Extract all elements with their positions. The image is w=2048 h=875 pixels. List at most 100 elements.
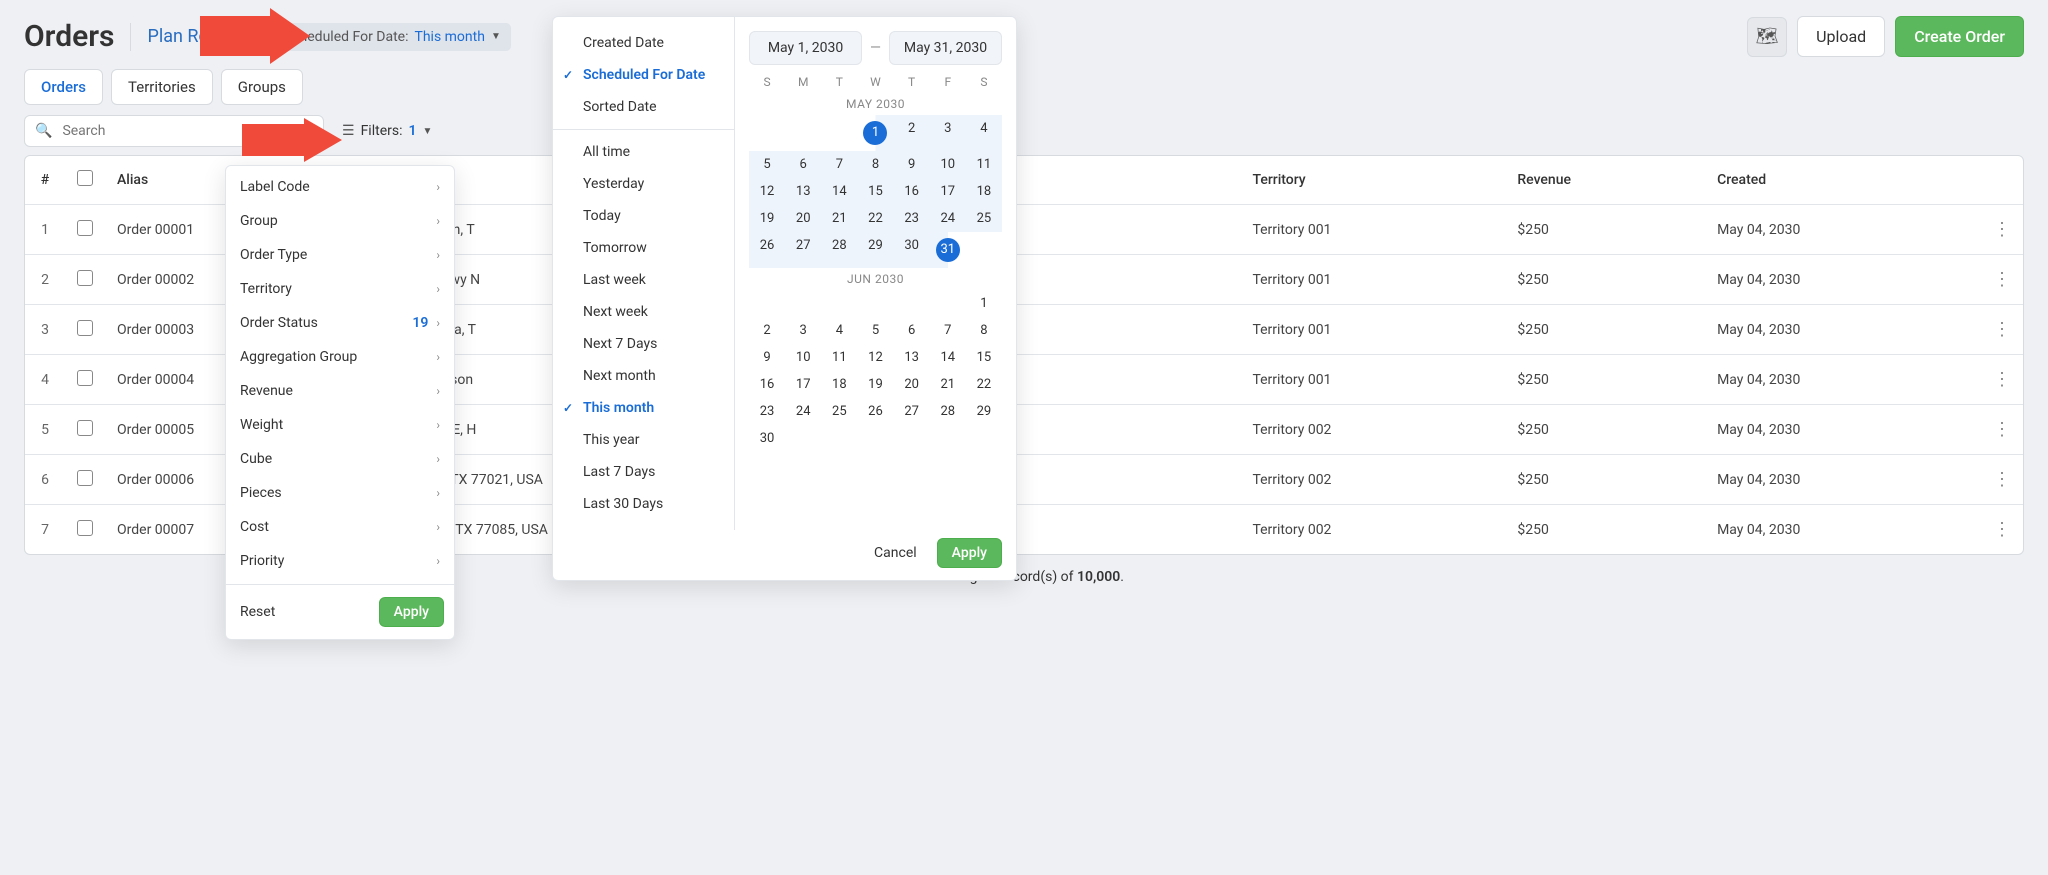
cal-day[interactable]: 26	[749, 232, 785, 268]
row-more-icon[interactable]: ⋮	[1981, 255, 2023, 305]
cal-day[interactable]: 18	[821, 371, 857, 398]
filter-item[interactable]: Group›	[226, 204, 454, 238]
datetype-sorted[interactable]: Sorted Date	[553, 91, 734, 123]
cal-day[interactable]: 1	[966, 290, 1002, 317]
filters-reset[interactable]: Reset	[240, 604, 275, 620]
cal-day[interactable]: 20	[894, 371, 930, 398]
cal-day[interactable]: 8	[966, 317, 1002, 344]
cal-day[interactable]: 15	[857, 178, 893, 205]
cal-day[interactable]: 6	[785, 151, 821, 178]
tab-orders[interactable]: Orders	[24, 69, 103, 105]
cal-day[interactable]: 20	[785, 205, 821, 232]
cal-day[interactable]: 13	[894, 344, 930, 371]
filter-item[interactable]: Cost›	[226, 510, 454, 544]
filter-item[interactable]: Territory›	[226, 272, 454, 306]
cal-day[interactable]: 29	[857, 232, 893, 268]
cal-day[interactable]: 21	[821, 205, 857, 232]
cal-day[interactable]: 14	[930, 344, 966, 371]
date-apply[interactable]: Apply	[937, 538, 1002, 568]
date-end-input[interactable]: May 31, 2030	[889, 31, 1002, 65]
cal-day[interactable]: 18	[966, 178, 1002, 205]
col-territory[interactable]: Territory	[1240, 156, 1505, 205]
cal-day[interactable]: 7	[821, 151, 857, 178]
cal-day[interactable]: 11	[821, 344, 857, 371]
filter-item[interactable]: Aggregation Group›	[226, 340, 454, 374]
row-checkbox[interactable]	[77, 520, 93, 536]
cal-day[interactable]: 23	[894, 205, 930, 232]
cal-day[interactable]: 14	[821, 178, 857, 205]
cal-day[interactable]: 3	[930, 115, 966, 151]
row-more-icon[interactable]: ⋮	[1981, 305, 2023, 355]
preset-next-7-days[interactable]: Next 7 Days	[553, 328, 734, 360]
preset-next-week[interactable]: Next week	[553, 296, 734, 328]
preset-today[interactable]: Today	[553, 200, 734, 232]
cal-day[interactable]: 4	[821, 317, 857, 344]
filter-item[interactable]: Pieces›	[226, 476, 454, 510]
row-checkbox[interactable]	[77, 220, 93, 236]
cal-day[interactable]: 13	[785, 178, 821, 205]
tab-territories[interactable]: Territories	[111, 69, 213, 105]
filter-item[interactable]: Weight›	[226, 408, 454, 442]
cal-day[interactable]: 24	[930, 205, 966, 232]
datetype-created[interactable]: Created Date	[553, 27, 734, 59]
preset-next-month[interactable]: Next month	[553, 360, 734, 392]
date-cancel[interactable]: Cancel	[866, 539, 925, 567]
cal-day[interactable]: 12	[857, 344, 893, 371]
tab-groups[interactable]: Groups	[221, 69, 303, 105]
row-more-icon[interactable]: ⋮	[1981, 505, 2023, 555]
cal-day[interactable]: 9	[894, 151, 930, 178]
cal-day[interactable]: 5	[857, 317, 893, 344]
select-all-checkbox[interactable]	[77, 170, 93, 186]
row-checkbox[interactable]	[77, 370, 93, 386]
cal-day[interactable]: 16	[894, 178, 930, 205]
cal-day[interactable]: 25	[966, 205, 1002, 232]
datetype-scheduled[interactable]: ✓Scheduled For Date	[553, 59, 734, 91]
cal-day[interactable]: 10	[930, 151, 966, 178]
date-start-input[interactable]: May 1, 2030	[749, 31, 862, 65]
cal-day[interactable]: 16	[749, 371, 785, 398]
cal-day[interactable]: 15	[966, 344, 1002, 371]
cal-day[interactable]: 31	[930, 232, 966, 268]
preset-last-week[interactable]: Last week	[553, 264, 734, 296]
row-checkbox[interactable]	[77, 420, 93, 436]
cal-day[interactable]: 25	[821, 398, 857, 425]
preset-this-month[interactable]: ✓This month	[553, 392, 734, 424]
col-created[interactable]: Created	[1705, 156, 1981, 205]
cal-day[interactable]: 4	[966, 115, 1002, 151]
preset-last-30-days[interactable]: Last 30 Days	[553, 488, 734, 520]
filters-apply[interactable]: Apply	[379, 597, 444, 627]
cal-day[interactable]: 28	[930, 398, 966, 425]
filter-item[interactable]: Revenue›	[226, 374, 454, 408]
row-checkbox[interactable]	[77, 320, 93, 336]
filter-item[interactable]: Order Type›	[226, 238, 454, 272]
cal-day[interactable]: 27	[894, 398, 930, 425]
cal-day[interactable]: 30	[749, 425, 785, 452]
cal-day[interactable]: 8	[857, 151, 893, 178]
cal-day[interactable]: 22	[966, 371, 1002, 398]
cal-day[interactable]: 24	[785, 398, 821, 425]
preset-tomorrow[interactable]: Tomorrow	[553, 232, 734, 264]
row-more-icon[interactable]: ⋮	[1981, 455, 2023, 505]
cal-day[interactable]: 5	[749, 151, 785, 178]
filter-item[interactable]: Cube›	[226, 442, 454, 476]
preset-all-time[interactable]: All time	[553, 136, 734, 168]
cal-day[interactable]: 11	[966, 151, 1002, 178]
cal-day[interactable]: 17	[785, 371, 821, 398]
filter-item[interactable]: Order Status19›	[226, 306, 454, 340]
cal-day[interactable]: 12	[749, 178, 785, 205]
cal-day[interactable]: 7	[930, 317, 966, 344]
cal-day[interactable]: 28	[821, 232, 857, 268]
preset-this-year[interactable]: This year	[553, 424, 734, 456]
cal-day[interactable]: 3	[785, 317, 821, 344]
row-more-icon[interactable]: ⋮	[1981, 205, 2023, 255]
filters-button[interactable]: ☰ Filters: 1 ▼	[332, 117, 442, 145]
cal-day[interactable]: 22	[857, 205, 893, 232]
cal-day[interactable]: 9	[749, 344, 785, 371]
cal-day[interactable]: 6	[894, 317, 930, 344]
cal-day[interactable]: 27	[785, 232, 821, 268]
filter-item[interactable]: Label Code›	[226, 170, 454, 204]
cal-day[interactable]: 26	[857, 398, 893, 425]
create-order-button[interactable]: Create Order	[1895, 16, 2024, 57]
cal-day[interactable]: 2	[749, 317, 785, 344]
cal-day[interactable]: 30	[894, 232, 930, 268]
